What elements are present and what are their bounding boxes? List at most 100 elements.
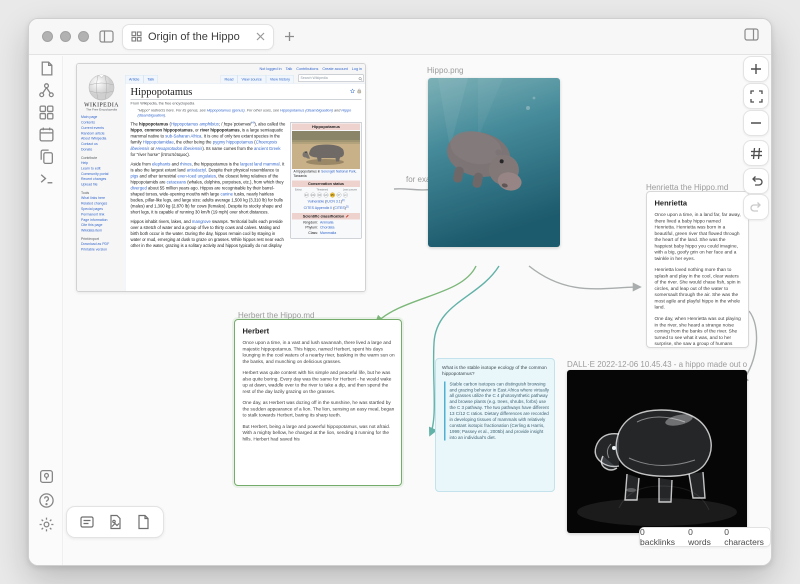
wiki-nav-print: Download as PDF Printable version xyxy=(81,242,122,253)
wiki-nav-link[interactable]: Wikidata item xyxy=(81,229,122,234)
henrietta-paragraph: Henrietta loved nothing more than to spl… xyxy=(654,267,741,311)
status-dot: LC xyxy=(343,192,348,198)
wikipedia-tagline: The Free Encyclopedia xyxy=(86,108,117,112)
wiki-personal-link[interactable]: Log in xyxy=(352,66,362,71)
henrietta-note-card[interactable]: Henrietta Once upon a time, in a land fa… xyxy=(646,191,749,348)
wiki-view-tab[interactable]: View history xyxy=(265,75,294,83)
watch-star-icon[interactable] xyxy=(350,88,355,94)
undo-button[interactable] xyxy=(743,168,769,194)
new-tab-button[interactable] xyxy=(284,31,295,42)
graph-view-icon[interactable] xyxy=(38,82,55,99)
status-dot: NT xyxy=(336,192,342,198)
wiki-view-tab[interactable]: View source xyxy=(237,75,266,83)
wiki-nav-header: Tools xyxy=(81,191,90,196)
wiki-nav-link[interactable]: Upload file xyxy=(81,183,122,188)
wiki-page-tabs: Article Talk xyxy=(125,75,159,83)
canvas[interactable]: for example Not logged in Talk Contributio… xyxy=(64,56,771,565)
infobox-title: Hippopotamus xyxy=(292,123,360,131)
infobox-caption: A hippopotamus in Serengeti National Par… xyxy=(293,170,357,178)
character-count: 0 characters xyxy=(724,527,764,547)
hippo-underwater-photo xyxy=(428,78,560,247)
hippo-image-card[interactable] xyxy=(428,78,560,247)
herbert-paragraph: Herbert was quite content with his simpl… xyxy=(242,370,392,395)
question-card[interactable]: What is the stable isotope ecology of th… xyxy=(435,358,555,492)
status-scale-label: Least concern xyxy=(342,188,357,192)
wiki-nav-link[interactable]: Printable version xyxy=(81,247,122,252)
traffic-lights xyxy=(42,31,89,42)
wikipedia-wordmark: WIKIPEDIA xyxy=(84,102,119,108)
wiki-personal-link[interactable]: Contributions xyxy=(296,66,318,71)
hippo-image-label: Hippo.png xyxy=(427,66,464,75)
tab-close-icon[interactable] xyxy=(256,32,265,41)
classification-row: Class: Mammalia xyxy=(308,231,337,235)
left-ribbon xyxy=(29,56,63,565)
status-scale-label: Extinct xyxy=(295,188,302,192)
herbert-title: Herbert xyxy=(242,327,270,336)
status-scale: EX EW CR EN VU NT LC xyxy=(292,192,360,199)
wiki-nav-header: Print/export xyxy=(81,237,99,242)
wiki-infobox: Hippopotamus A hippopotamus in Serengeti… xyxy=(290,122,362,239)
wiki-personal-link[interactable]: Create account xyxy=(322,66,347,71)
templates-icon[interactable] xyxy=(38,148,55,165)
infobox-hippo-photo[interactable] xyxy=(292,131,360,170)
henrietta-paragraph: One day, when Henrietta was out playing … xyxy=(654,315,741,347)
wiki-view-tab[interactable]: Read xyxy=(220,75,238,83)
canvas-icon[interactable] xyxy=(38,104,55,121)
wikipedia-logo[interactable] xyxy=(88,74,115,101)
wiki-nav-header: Contribute xyxy=(81,156,98,160)
edit-pencil-icon[interactable] xyxy=(346,214,350,218)
status-dot: EN xyxy=(323,192,329,198)
add-note-button[interactable] xyxy=(135,514,151,530)
status-line: Vulnerable (IUCN 3.1)[2] xyxy=(307,199,345,204)
tab-origin-of-the-hippo[interactable]: Origin of the Hippo xyxy=(122,23,274,50)
redo-button[interactable] xyxy=(743,194,769,220)
herbert-paragraph: But Herbert, being a large and powerful … xyxy=(242,423,391,442)
vault-switcher-icon[interactable] xyxy=(38,468,55,485)
wiki-personal-link[interactable]: Talk xyxy=(286,66,293,71)
left-sidebar-toggle-icon[interactable] xyxy=(99,30,114,43)
herbert-paragraph: Once upon a time, in a vast and lush sav… xyxy=(242,340,395,365)
wiki-hatnote: “Hippo” redirects here. For its genus, s… xyxy=(137,108,352,118)
command-palette-icon[interactable] xyxy=(38,170,55,187)
settings-gear-icon[interactable] xyxy=(38,516,55,533)
search-magnifier-icon[interactable] xyxy=(358,77,363,81)
status-dot: EX xyxy=(304,192,309,198)
zoom-to-fit-button[interactable] xyxy=(743,83,769,109)
quick-switcher-icon[interactable] xyxy=(38,60,55,77)
zoom-out-button[interactable] xyxy=(743,110,769,136)
window-minimize-button[interactable] xyxy=(60,31,71,42)
zoom-in-button[interactable] xyxy=(743,56,769,82)
question-text: What is the stable isotope ecology of th… xyxy=(442,365,547,377)
wiki-article-title: Hippopotamus xyxy=(130,85,193,98)
wiki-page-tab[interactable]: Talk xyxy=(143,75,159,83)
snap-grid-button[interactable] xyxy=(743,140,769,166)
add-card-button[interactable] xyxy=(79,514,95,530)
wiki-nav-tools: What links here Related changes Special pa… xyxy=(81,196,122,234)
herbert-note-card[interactable]: Herbert Once upon a time, in a vast and … xyxy=(234,319,402,486)
cites-line: CITES Appendix II (CITES)[3] xyxy=(303,205,349,211)
dalle-image-label: DALL·E 2022-12-06 10.45.43 - a hippo mad… xyxy=(567,360,747,369)
canvas-file-icon xyxy=(131,31,142,42)
window-zoom-button[interactable] xyxy=(78,31,89,42)
right-sidebar-toggle-icon[interactable] xyxy=(744,28,759,41)
wiki-personal-links: Not logged in Talk Contributions Create acc… xyxy=(77,64,365,73)
canvas-toolbar xyxy=(66,506,164,538)
wiki-view-tabs: Read View source View history xyxy=(220,75,294,83)
question-quote: Stable carbon isotopes can distinguish b… xyxy=(444,381,550,441)
edge-hippo-image-to-henrietta xyxy=(528,265,642,292)
wikipedia-embed-card[interactable]: Not logged in Talk Contributions Create acc… xyxy=(76,63,366,292)
dalle-image-card[interactable] xyxy=(567,370,747,533)
help-icon[interactable] xyxy=(38,492,55,509)
wiki-nav-link[interactable]: Donate xyxy=(81,148,122,153)
wiki-page-tab[interactable]: Article xyxy=(125,75,144,83)
wiki-nav-main: Main page Contents Current events Random ar… xyxy=(81,115,122,153)
window-close-button[interactable] xyxy=(42,31,53,42)
word-count: 0 words xyxy=(688,527,711,547)
classification-rows: Kingdom: Animalia Phylum: Chordata Class: Mam… xyxy=(292,219,360,237)
status-dot: CR xyxy=(317,192,322,198)
wiki-nav-contribute: Help Learn to edit Community portal Recent … xyxy=(81,161,122,188)
daily-note-icon[interactable] xyxy=(38,126,55,143)
wiki-personal-link[interactable]: Not logged in xyxy=(259,66,281,71)
add-media-button[interactable] xyxy=(107,514,123,530)
wiki-search-input[interactable] xyxy=(298,74,364,82)
